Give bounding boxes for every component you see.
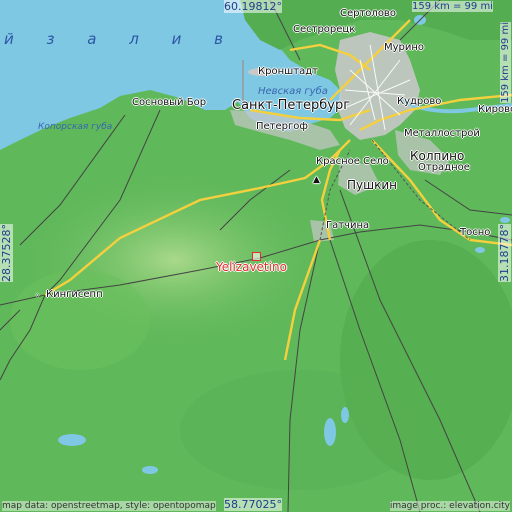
place-label-pushkin: Пушкин (347, 178, 397, 192)
lake (58, 434, 86, 446)
gulf-label: й з а л и в (4, 30, 237, 48)
place-label-spb: Санкт-Петербург (232, 98, 351, 113)
coord-bottom: 58.77025° (224, 498, 282, 511)
place-label-sestroretsk: Сестрорецк (293, 24, 356, 35)
place-label-otradnoe: Отрадное (418, 162, 470, 173)
neva-bay-label: Невская губа (258, 86, 328, 97)
koporye-bay-label: Копорская губа (38, 122, 113, 132)
town-marker-icon: ◦ (35, 291, 40, 300)
place-label-tosno: Тосно (460, 227, 491, 238)
place-label-gatchina: Гатчина (326, 220, 370, 231)
place-label-kronshtadt: Кронштадт (258, 66, 318, 77)
monument-icon: ▲ (313, 175, 320, 185)
coord-right: 31.18778° (498, 224, 511, 282)
map-credit: map data: openstreetmap, style: opentopo… (2, 501, 216, 511)
map-canvas[interactable]: й з а л и в Невская губа Копорская губа … (0, 0, 512, 512)
place-label-murino: Мурино (384, 42, 425, 53)
place-label-kirovsk: Кировск (478, 104, 512, 115)
featured-place-label: Yelizavetino (216, 260, 287, 274)
place-label-sertolovo: Сертолово (340, 8, 396, 19)
place-label-krasnoe-selo: Красное Село (316, 156, 389, 167)
place-label-kolpino: Колпино (410, 149, 465, 163)
lake (324, 418, 336, 446)
place-label-kingisepp: Кингисепп (46, 289, 103, 300)
scale-horizontal: 159 km = 99 mi (412, 1, 493, 12)
coord-top: 60.19812° (224, 0, 282, 13)
image-credit: image proc.: elevation.city (389, 501, 510, 511)
scale-vertical: 159 km = 99 mi (500, 22, 511, 103)
coord-left: 28.37528° (0, 224, 13, 282)
place-label-peterhof: Петергоф (256, 121, 308, 132)
place-label-metallostroy: Металлострой (404, 128, 480, 139)
place-label-kudrovo: Кудрово (397, 96, 442, 107)
place-label-sosnovy-bor: Сосновый Бор (132, 97, 207, 108)
